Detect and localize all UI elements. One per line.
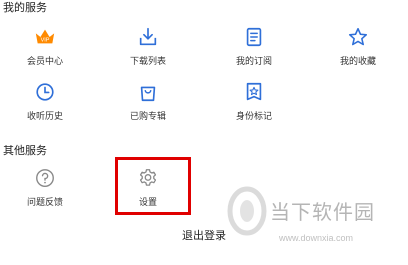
purchased-albums-label: 已购专辑 [129,112,166,122]
clock-icon [36,83,54,101]
identity-badge-item[interactable]: 身份标记 [219,81,289,127]
my-favorites-item[interactable]: 我的收藏 [323,26,393,72]
feedback-item[interactable]: 问题反馈 [10,167,80,213]
settings-highlight-box [115,157,191,215]
my-subscriptions-item[interactable]: 我的订阅 [219,26,289,72]
my-subscriptions-label: 我的订阅 [235,57,272,67]
watermark-brand: 当下软件园 [270,200,375,224]
star-icon [348,27,368,46]
download-tray-icon [139,27,157,46]
my-favorites-label: 我的收藏 [339,57,376,67]
download-list-label: 下载列表 [129,57,166,67]
vip-crown-icon: VIP [35,29,55,44]
listen-history-item[interactable]: 收听历史 [10,81,80,127]
services-page: 我的服务 VIP 会员中心 下载列表 我的订阅 我的收藏 收听历史 已购专辑 身… [0,0,408,265]
svg-text:VIP: VIP [41,38,50,44]
subscription-doc-icon [246,27,262,47]
other-services-title: 其他服务 [3,144,47,157]
logout-button[interactable]: 退出登录 [0,229,408,243]
my-services-title: 我的服务 [3,1,47,14]
purchased-albums-item[interactable]: 已购专辑 [113,81,183,127]
shopping-bag-icon [140,86,156,102]
vip-center-label: 会员中心 [26,57,63,67]
question-icon [36,169,54,187]
download-list-item[interactable]: 下载列表 [113,26,183,72]
identity-badge-label: 身份标记 [235,112,272,122]
feedback-label: 问题反馈 [26,198,63,208]
listen-history-label: 收听历史 [26,112,63,122]
vip-center-item[interactable]: VIP 会员中心 [10,26,80,72]
badge-icon [246,82,262,101]
